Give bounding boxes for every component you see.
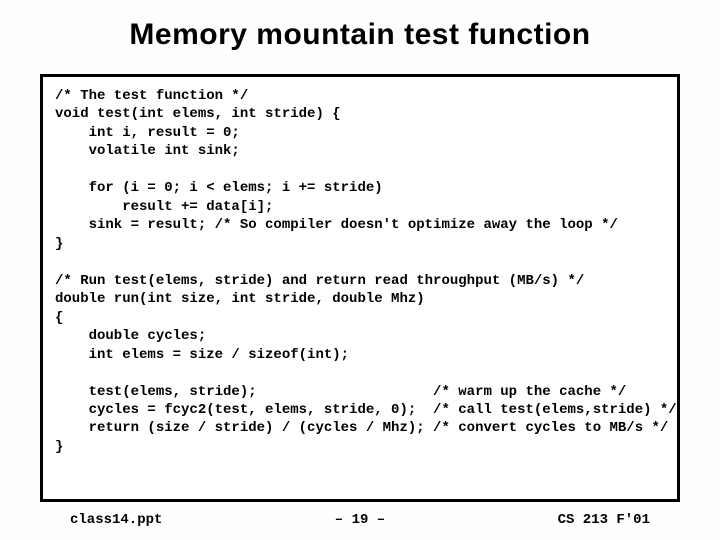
footer-page-number: – 19 – [263,512,456,528]
footer-filename: class14.ppt [70,512,263,528]
page-title: Memory mountain test function [40,18,680,52]
slide: Memory mountain test function /* The tes… [0,0,720,540]
footer: class14.ppt – 19 – CS 213 F'01 [40,502,680,528]
code-listing: /* The test function */ void test(int el… [40,74,680,502]
footer-course: CS 213 F'01 [457,512,650,528]
